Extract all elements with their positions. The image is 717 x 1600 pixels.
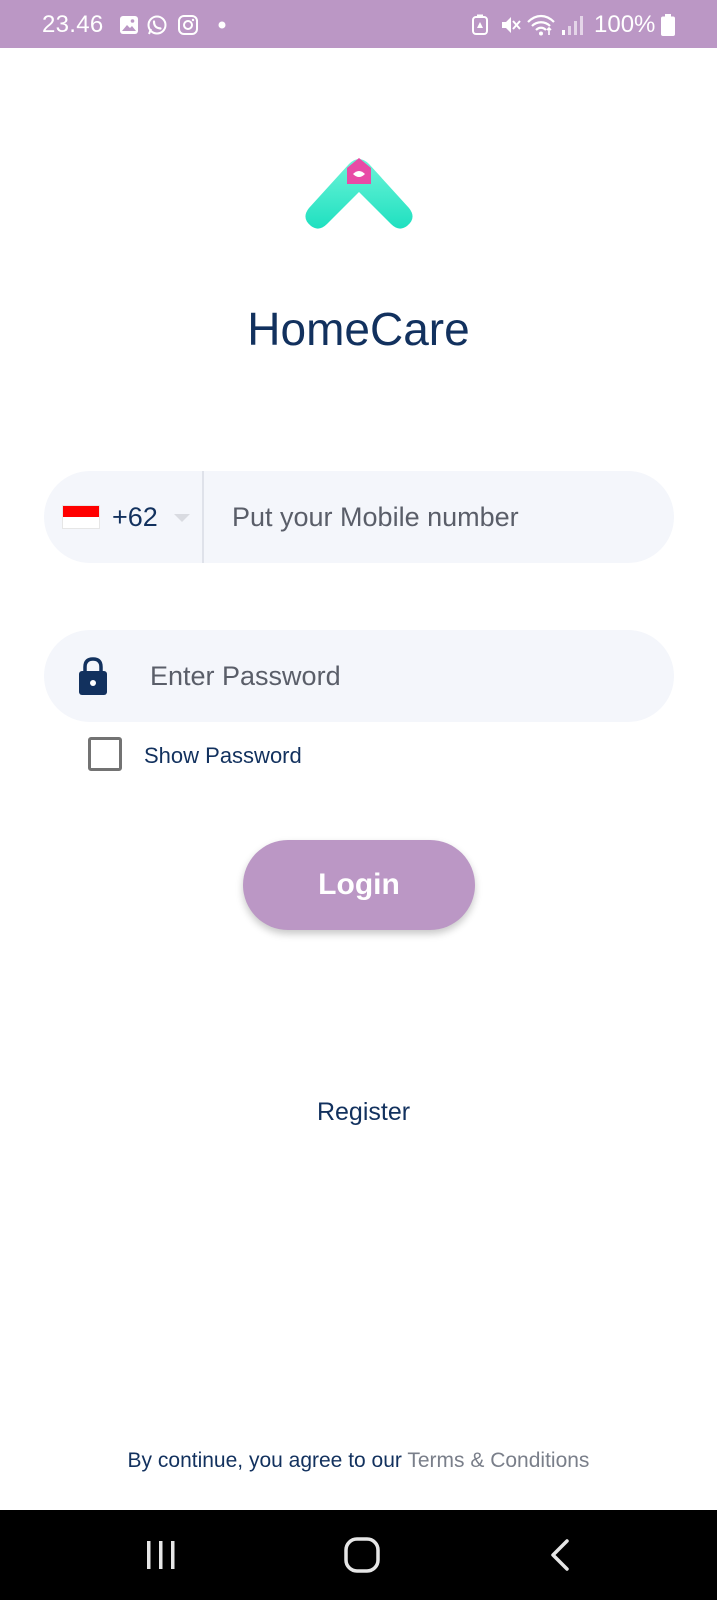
show-password-checkbox[interactable] xyxy=(88,737,122,771)
phone-field: +62 xyxy=(44,471,674,563)
chevron-down-icon[interactable] xyxy=(174,514,190,522)
wifi-icon xyxy=(527,14,555,36)
battery-percent: 100% xyxy=(594,11,656,38)
dot-icon xyxy=(218,21,226,29)
whatsapp-icon xyxy=(147,15,167,35)
battery-icon xyxy=(661,14,675,36)
terms-prefix: By continue, you agree to our xyxy=(127,1449,408,1472)
terms-notice: By continue, you agree to our Terms & Co… xyxy=(0,1449,717,1473)
indonesia-flag-icon[interactable] xyxy=(62,505,100,529)
show-password-toggle[interactable]: Show Password xyxy=(88,737,302,771)
status-time: 23.46 xyxy=(42,11,104,38)
battery-saver-icon xyxy=(472,14,488,35)
terms-link[interactable]: Terms & Conditions xyxy=(407,1449,589,1472)
country-code-selector[interactable]: +62 xyxy=(112,502,158,533)
gallery-icon xyxy=(120,16,138,34)
instagram-icon xyxy=(178,15,198,35)
signal-icon xyxy=(562,16,583,35)
recents-icon[interactable] xyxy=(131,1532,191,1578)
back-icon[interactable] xyxy=(533,1532,593,1578)
home-icon[interactable] xyxy=(332,1532,392,1578)
navigation-bar xyxy=(0,1510,717,1600)
lock-icon xyxy=(79,657,107,695)
login-button[interactable]: Login xyxy=(243,840,475,930)
status-bar: 23.46 100% xyxy=(0,0,717,48)
app-title: HomeCare xyxy=(247,303,470,355)
show-password-label[interactable]: Show Password xyxy=(144,743,302,769)
mobile-number-input[interactable] xyxy=(232,493,652,541)
mute-icon xyxy=(502,17,521,33)
field-divider xyxy=(202,471,204,563)
password-input[interactable] xyxy=(150,652,630,700)
homecare-logo-icon xyxy=(305,158,413,229)
password-field xyxy=(44,630,674,722)
register-link[interactable]: Register xyxy=(0,1098,717,1127)
